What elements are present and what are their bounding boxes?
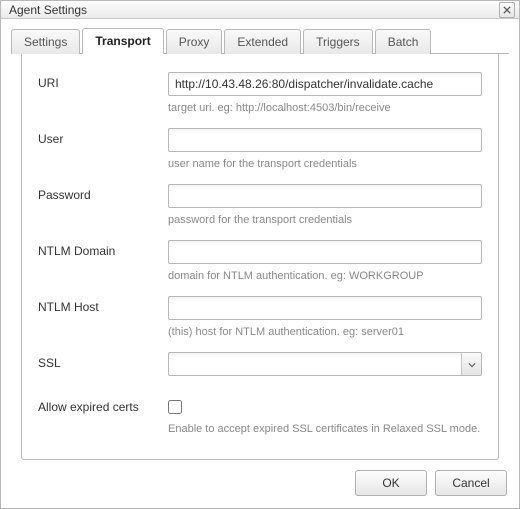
user-label: User <box>38 128 168 146</box>
row-password: Password <box>38 184 482 208</box>
user-hint: user name for the transport credentials <box>168 158 482 170</box>
uri-input[interactable] <box>168 72 482 96</box>
row-ssl: SSL <box>38 352 482 376</box>
close-button[interactable] <box>499 2 515 18</box>
ssl-dropdown-arrow <box>461 353 481 375</box>
tab-settings[interactable]: Settings <box>11 29 80 54</box>
dialog-title: Agent Settings <box>9 3 87 17</box>
row-ntlm-host: NTLM Host <box>38 296 482 320</box>
ntlm-host-input[interactable] <box>168 296 482 320</box>
uri-hint: target uri. eg: http://localhost:4503/bi… <box>168 102 482 114</box>
user-input[interactable] <box>168 128 482 152</box>
ntlm-domain-label: NTLM Domain <box>38 240 168 258</box>
tab-triggers[interactable]: Triggers <box>303 29 373 54</box>
agent-settings-dialog: Agent Settings Settings Transport Proxy … <box>0 0 520 509</box>
allow-expired-checkbox[interactable] <box>168 400 182 414</box>
dialog-footer: OK Cancel <box>1 460 519 508</box>
ssl-select[interactable] <box>168 352 482 376</box>
ntlm-domain-hint: domain for NTLM authentication. eg: WORK… <box>168 270 482 282</box>
ntlm-host-hint: (this) host for NTLM authentication. eg:… <box>168 326 482 338</box>
password-label: Password <box>38 184 168 202</box>
password-input[interactable] <box>168 184 482 208</box>
chevron-down-icon <box>468 357 476 371</box>
allow-expired-label: Allow expired certs <box>38 396 168 414</box>
row-allow-expired: Allow expired certs <box>38 396 482 417</box>
tabs-container: Settings Transport Proxy Extended Trigge… <box>1 19 519 460</box>
tab-panel-transport: URI target uri. eg: http://localhost:450… <box>21 54 499 460</box>
ok-button[interactable]: OK <box>355 470 427 496</box>
row-user: User <box>38 128 482 152</box>
tab-transport[interactable]: Transport <box>82 28 163 54</box>
tab-strip: Settings Transport Proxy Extended Trigge… <box>11 27 509 54</box>
tab-extended[interactable]: Extended <box>224 29 301 54</box>
tab-batch[interactable]: Batch <box>375 29 432 54</box>
allow-expired-hint: Enable to accept expired SSL certificate… <box>168 423 482 435</box>
uri-label: URI <box>38 72 168 90</box>
ntlm-domain-input[interactable] <box>168 240 482 264</box>
tab-proxy[interactable]: Proxy <box>166 29 223 54</box>
ntlm-host-label: NTLM Host <box>38 296 168 314</box>
ssl-label: SSL <box>38 352 168 370</box>
cancel-button[interactable]: Cancel <box>435 470 507 496</box>
titlebar: Agent Settings <box>1 1 519 19</box>
row-uri: URI <box>38 72 482 96</box>
close-icon <box>503 3 511 17</box>
password-hint: password for the transport credentials <box>168 214 482 226</box>
row-ntlm-domain: NTLM Domain <box>38 240 482 264</box>
